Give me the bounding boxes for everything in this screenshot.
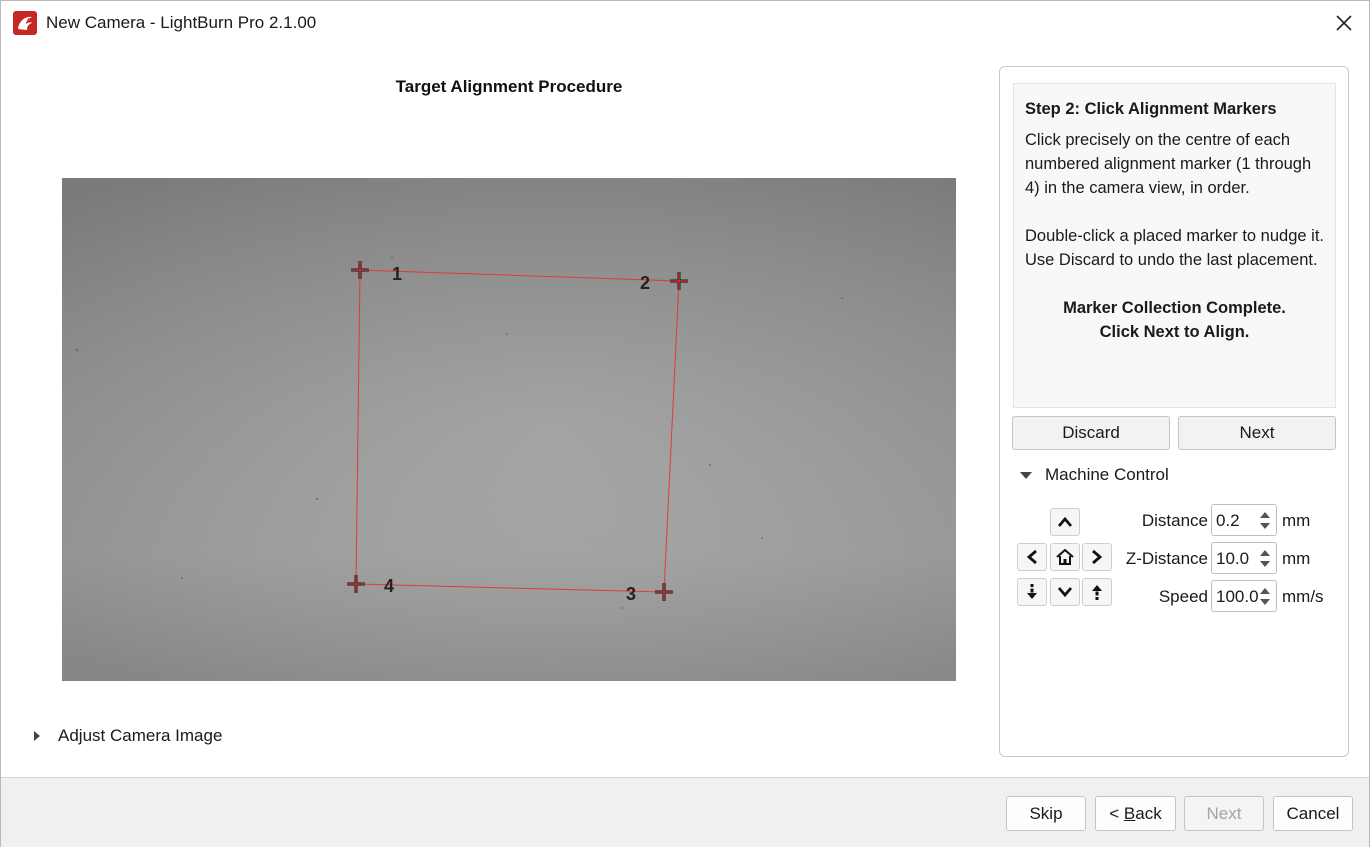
jog-left-button[interactable]	[1017, 543, 1047, 571]
procedure-title: Target Alignment Procedure	[395, 77, 623, 96]
adjust-camera-image-toggle[interactable]: Adjust Camera Image	[31, 725, 222, 747]
skip-button[interactable]: Skip	[1006, 796, 1086, 831]
spin-down-icon[interactable]	[1260, 523, 1270, 529]
speed-input[interactable]	[1216, 586, 1258, 608]
distance-stepper[interactable]	[1256, 507, 1274, 533]
marker-label-2: 2	[640, 273, 650, 293]
speed-spinbox[interactable]	[1211, 580, 1277, 612]
collapse-arrow-icon	[1020, 471, 1032, 479]
camera-view[interactable]: 1 2 3 4	[62, 178, 956, 681]
close-icon	[1336, 15, 1352, 31]
marker-label-1: 1	[392, 264, 402, 284]
z-down-icon	[1027, 584, 1037, 599]
chevron-left-icon	[1026, 549, 1037, 565]
completion-message: Marker Collection Complete. Click Next t…	[1025, 296, 1324, 344]
machine-control-toggle[interactable]: Machine Control	[1020, 464, 1169, 486]
footer-bar: Skip < Back Next Cancel	[1, 777, 1369, 847]
z-down-button[interactable]	[1017, 578, 1047, 606]
back-mnemonic: B	[1123, 803, 1136, 823]
spin-down-icon[interactable]	[1260, 561, 1270, 567]
discard-button[interactable]: Discard	[1012, 416, 1170, 450]
spin-up-icon[interactable]	[1260, 588, 1270, 594]
step-title: Step 2: Click Alignment Markers	[1025, 100, 1277, 118]
z-distance-label: Z-Distance	[1125, 549, 1208, 568]
z-distance-stepper[interactable]	[1256, 545, 1274, 571]
cancel-button[interactable]: Cancel	[1273, 796, 1353, 831]
jog-down-button[interactable]	[1050, 578, 1080, 606]
marker-label-3: 3	[626, 584, 636, 604]
completion-line-2: Click Next to Align.	[1099, 323, 1250, 341]
right-panel: Step 2: Click Alignment Markers Click pr…	[999, 66, 1349, 757]
speed-stepper[interactable]	[1256, 583, 1274, 609]
spin-down-icon[interactable]	[1260, 599, 1270, 605]
distance-unit: mm	[1282, 511, 1311, 530]
back-prefix: <	[1109, 803, 1124, 823]
dialog-window: New Camera - LightBurn Pro 2.1.00 Target…	[0, 0, 1370, 847]
distance-label: Distance	[1141, 511, 1208, 530]
expand-arrow-icon	[34, 731, 40, 741]
chevron-up-icon	[1057, 516, 1073, 527]
distance-spinbox[interactable]	[1211, 504, 1277, 536]
home-button[interactable]	[1050, 543, 1080, 571]
marker-label-4: 4	[384, 576, 394, 596]
instruction-text-1: Click precisely on the centre of each nu…	[1025, 131, 1312, 197]
completion-line-1: Marker Collection Complete.	[1063, 299, 1286, 317]
jog-up-button[interactable]	[1050, 508, 1080, 536]
back-button[interactable]: < Back	[1095, 796, 1176, 831]
next-marker-button[interactable]: Next	[1178, 416, 1336, 450]
chevron-down-icon	[1057, 587, 1073, 598]
spin-up-icon[interactable]	[1260, 512, 1270, 518]
next-button[interactable]: Next	[1184, 796, 1264, 831]
z-up-icon	[1092, 585, 1102, 600]
z-distance-unit: mm	[1282, 549, 1311, 568]
z-distance-input[interactable]	[1216, 548, 1258, 570]
home-icon	[1056, 549, 1074, 565]
chevron-right-icon	[1092, 549, 1103, 565]
z-distance-spinbox[interactable]	[1211, 542, 1277, 574]
back-rest: ack	[1135, 803, 1162, 823]
speed-label: Speed	[1158, 587, 1208, 606]
speed-unit: mm/s	[1282, 587, 1324, 606]
title-bar: New Camera - LightBurn Pro 2.1.00	[1, 1, 1369, 45]
instructions-box: Step 2: Click Alignment Markers Click pr…	[1013, 83, 1336, 408]
instruction-text-2: Double-click a placed marker to nudge it…	[1025, 227, 1324, 269]
lightburn-app-icon	[13, 11, 37, 35]
machine-control-label: Machine Control	[1045, 465, 1169, 484]
adjust-camera-image-label: Adjust Camera Image	[58, 726, 223, 745]
spin-up-icon[interactable]	[1260, 550, 1270, 556]
distance-input[interactable]	[1216, 510, 1258, 532]
close-button[interactable]	[1323, 7, 1365, 39]
window-title: New Camera - LightBurn Pro 2.1.00	[46, 13, 317, 32]
